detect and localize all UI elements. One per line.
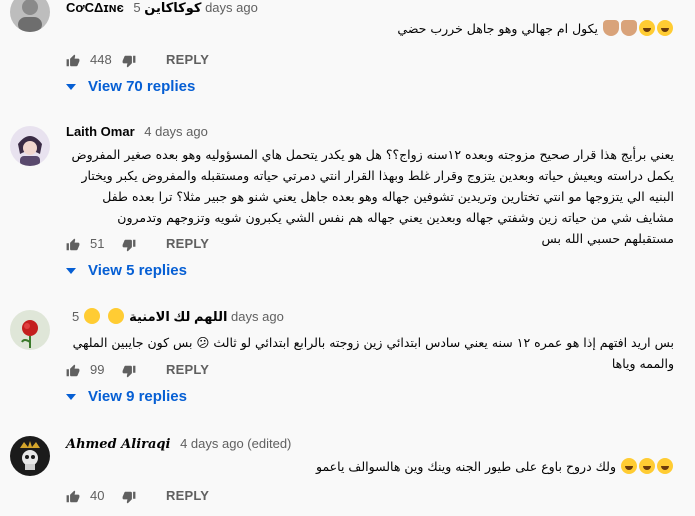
like-count: 40 [90,488,105,503]
comment-author[interactable]: Laith Omar [66,124,135,139]
laugh-emoji-icon [657,458,673,474]
comment-time[interactable]: 4 days ago (edited) [180,436,291,451]
reply-button[interactable]: REPLY [166,48,209,72]
hands-emoji-icon [83,308,100,324]
chevron-down-icon [66,394,76,401]
comment-author[interactable]: اللهم لك الامنية [129,309,227,324]
view-replies-label: View 9 replies [88,388,187,405]
dislike-button[interactable] [122,48,136,72]
avatar[interactable] [10,436,50,476]
thumbs-up-icon [66,54,80,66]
view-replies-button[interactable]: View 70 replies [66,78,195,95]
reply-button[interactable]: REPLY [166,358,209,382]
thumbs-down-icon [122,239,136,251]
comment-time[interactable]: 4 days ago [144,124,208,139]
comment-actions: 99 REPLY [66,358,366,382]
laugh-emoji-icon [621,458,637,474]
chevron-down-icon [66,268,76,275]
face-emoji-icon [108,308,125,324]
laugh-emoji-icon [657,20,673,36]
reply-button[interactable]: REPLY [166,484,209,508]
comment-actions: 448 REPLY [66,48,366,72]
like-button[interactable] [66,48,80,72]
thumbs-up-icon [66,238,80,250]
thumbs-down-icon [122,491,136,503]
laugh-emoji-icon [639,458,655,474]
view-replies-button[interactable]: View 5 replies [66,262,187,279]
avatar[interactable] [10,126,50,166]
like-button[interactable] [66,484,80,508]
thumbs-up-icon [66,364,80,376]
view-replies-button[interactable]: View 9 replies [66,388,187,405]
comment-text-content: يكول ام جهالي وهو جاهل خررب حضي [397,21,599,36]
laugh-emoji-icon [639,20,655,36]
like-button[interactable] [66,232,80,256]
like-count: 99 [90,362,105,377]
comment-text: ولك دروح باوع على طيور الجنه وينك وين ها… [66,456,674,477]
comment-text-content: ولك دروح باوع على طيور الجنه وينك وين ها… [316,459,617,474]
thumbs-up-icon [66,490,80,502]
like-button[interactable] [66,358,80,382]
thumbs-down-icon [122,55,136,67]
comment-text: يكول ام جهالي وهو جاهل خررب حضي [66,18,674,39]
dislike-button[interactable] [122,484,136,508]
person-emoji-icon [621,20,637,36]
view-replies-label: View 70 replies [88,78,196,95]
chevron-down-icon [66,84,76,91]
dislike-button[interactable] [122,358,136,382]
person-emoji-icon [603,20,619,36]
avatar[interactable] [10,310,50,350]
comment-actions: 40 REPLY [66,484,366,508]
avatar[interactable] [10,0,50,32]
like-count: 51 [90,236,105,251]
reply-button[interactable]: REPLY [166,232,209,256]
thumbs-down-icon [122,365,136,377]
like-count: 448 [90,52,112,67]
view-replies-label: View 5 replies [88,262,187,279]
comment-actions: 51 REPLY [66,232,366,256]
comment-author[interactable]: Ahmed Aliraqi [66,437,170,452]
dislike-button[interactable] [122,232,136,256]
